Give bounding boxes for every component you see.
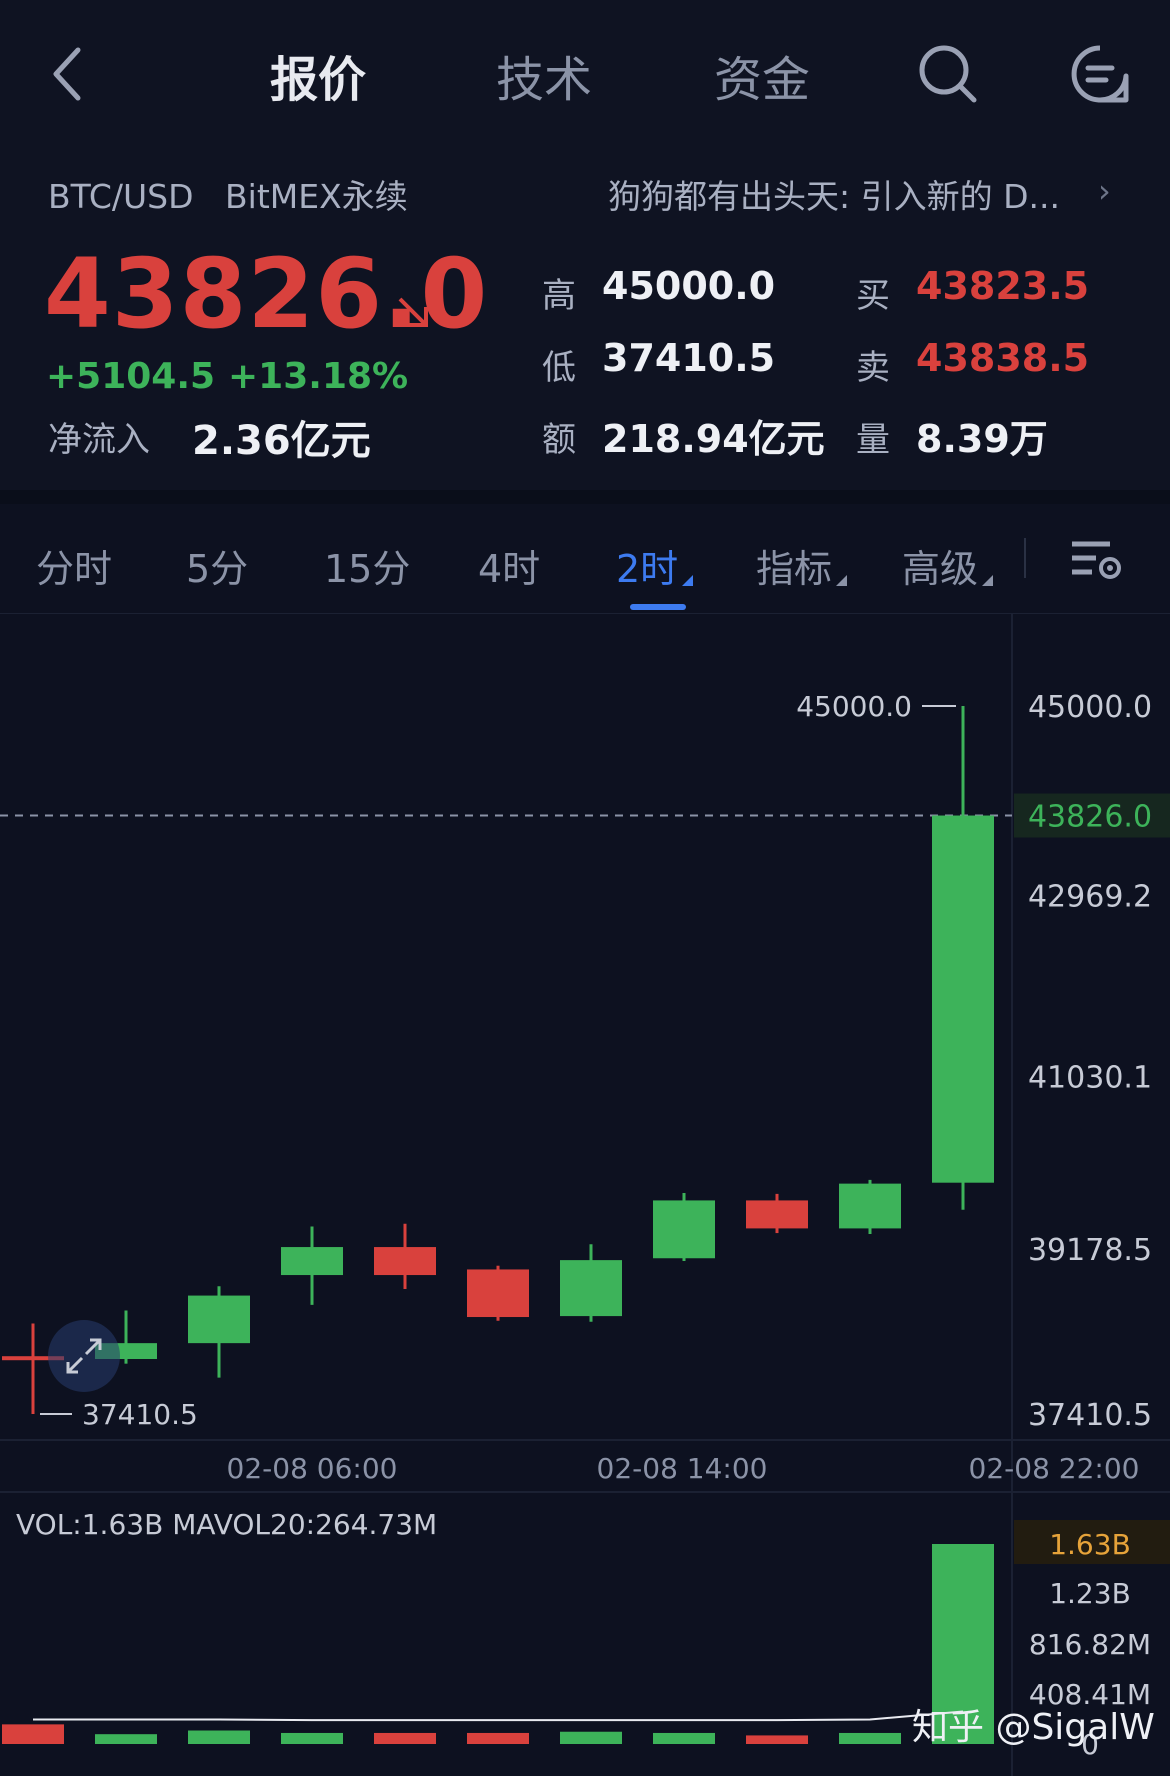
time-tick-label: 02-08 22:00 <box>969 1452 1140 1485</box>
time-tick-label: 02-08 06:00 <box>227 1452 398 1485</box>
news-ticker[interactable]: 狗狗都有出头天: 引入新的 D... <box>608 170 1060 218</box>
ask-label: 卖 <box>856 348 890 388</box>
current-price-label: 43826.0 <box>1028 800 1152 835</box>
tf-tab-4h[interactable]: 4时 <box>478 538 540 593</box>
tf-tab-timeshare[interactable]: 分时 <box>36 538 112 593</box>
candle-body <box>467 1269 529 1318</box>
time-axis: 02-08 06:00 02-08 14:00 02-08 22:00 <box>227 1452 1140 1485</box>
price-tick-label: 37410.5 <box>1028 1398 1152 1433</box>
tf-label: 2时 <box>616 547 679 591</box>
tf-label: 分时 <box>36 547 113 591</box>
bid-label: 买 <box>856 276 890 316</box>
tab-technical[interactable]: 技术 <box>496 40 592 110</box>
volume-bar <box>374 1732 436 1744</box>
candle-body <box>281 1247 343 1276</box>
candle-body <box>560 1260 622 1317</box>
tab-funds[interactable]: 资金 <box>714 40 810 110</box>
volume-tick-label: 816.82M <box>1029 1628 1151 1661</box>
dropdown-corner-icon <box>836 575 848 586</box>
mavol-line <box>33 1710 964 1722</box>
volume-bar <box>281 1732 343 1744</box>
dropdown-corner-icon <box>682 575 694 586</box>
price-tick-label: 39178.5 <box>1028 1233 1152 1268</box>
price-change-percent: +13.18% <box>228 356 409 397</box>
tf-divider <box>1024 538 1026 578</box>
candle-body <box>932 815 994 1183</box>
ask-value: 43838.5 <box>916 336 1090 380</box>
volume-bar <box>560 1731 622 1744</box>
chart-grid <box>0 614 1170 1776</box>
candle-body <box>188 1295 250 1344</box>
search-icon[interactable] <box>916 42 980 106</box>
price-change: +5104.5 <box>46 356 216 397</box>
candles-layer <box>2 706 994 1414</box>
high-label: 高 <box>542 276 576 316</box>
pair-symbol: BTC/USD <box>48 177 194 216</box>
low-marker-label: 37410.5 <box>82 1398 198 1431</box>
pair-header: BTC/USD BitMEX永续 <box>48 170 408 218</box>
tab-quote[interactable]: 报价 <box>270 40 366 110</box>
arrow-down-right-icon <box>398 297 428 327</box>
expand-chart-button[interactable] <box>48 1320 120 1392</box>
candle-body <box>839 1183 901 1229</box>
message-menu-icon[interactable] <box>1068 42 1132 106</box>
volume-header: VOL:1.63B MAVOL20:264.73M <box>16 1508 437 1541</box>
volume-value: 8.39万 <box>916 417 1048 461</box>
back-chevron-icon[interactable] <box>48 44 88 104</box>
tf-label: 5分 <box>186 547 249 591</box>
high-value: 45000.0 <box>602 264 776 308</box>
volume-bar <box>95 1734 157 1744</box>
tf-tab-5m[interactable]: 5分 <box>186 538 248 593</box>
dropdown-corner-icon <box>982 575 994 586</box>
expand-icon <box>66 1338 102 1374</box>
tf-label: 15分 <box>324 547 411 591</box>
candle-body <box>653 1200 715 1259</box>
candle-body <box>746 1200 808 1229</box>
last-price: 43826.0 <box>44 238 489 350</box>
low-value: 37410.5 <box>602 336 776 380</box>
volume-bar <box>839 1732 901 1744</box>
tf-tab-2h[interactable]: 2时 <box>616 538 694 593</box>
price-tick-label: 41030.1 <box>1028 1060 1152 1095</box>
volume-tick-label: 1.23B <box>1049 1577 1131 1610</box>
tf-label: 指标 <box>756 547 833 591</box>
net-inflow-label: 净流入 <box>48 420 150 460</box>
amount-label: 额 <box>542 420 576 460</box>
high-marker-label: 45000.0 <box>796 690 912 723</box>
bid-value: 43823.5 <box>916 264 1090 308</box>
active-tab-underline <box>630 604 686 610</box>
timeframe-bar: 分时 5分 15分 4时 2时 指标 高级 <box>0 508 1170 614</box>
exchange-name: BitMEX永续 <box>225 177 408 216</box>
volume-bar <box>2 1724 64 1744</box>
top-nav-bar: 报价 技术 资金 <box>0 0 1170 150</box>
tf-label: 4时 <box>478 547 541 591</box>
chevron-right-icon[interactable]: › <box>1098 172 1111 210</box>
volume-bar <box>467 1732 529 1744</box>
tf-tab-advanced[interactable]: 高级 <box>902 538 994 593</box>
volume-bar <box>746 1735 808 1744</box>
price-tick-label: 42969.2 <box>1028 879 1152 914</box>
price-tick-label: 45000.0 <box>1028 690 1152 725</box>
time-tick-label: 02-08 14:00 <box>597 1452 768 1485</box>
candle-body <box>374 1247 436 1276</box>
kline-chart[interactable]: 43826.0 45000.0 42969.2 41030.1 39178.5 37410… <box>0 614 1170 1776</box>
volume-tick-label: 1.63B <box>1049 1528 1131 1561</box>
section-divider <box>0 490 1170 504</box>
low-label: 低 <box>542 348 576 388</box>
quote-panel: BTC/USD BitMEX永续 狗狗都有出头天: 引入新的 D... › 43… <box>0 150 1170 490</box>
volume-bar <box>653 1732 715 1744</box>
watermark: 知乎 @SigalW <box>912 1707 1155 1748</box>
tf-label: 高级 <box>902 547 979 591</box>
net-inflow-value: 2.36亿元 <box>192 418 371 464</box>
amount-value: 218.94亿元 <box>602 417 825 461</box>
chart-settings-icon[interactable] <box>1070 538 1122 582</box>
volume-label: 量 <box>856 420 890 460</box>
volume-bar <box>188 1730 250 1744</box>
tf-tab-15m[interactable]: 15分 <box>324 538 410 593</box>
tf-tab-indicators[interactable]: 指标 <box>756 538 848 593</box>
